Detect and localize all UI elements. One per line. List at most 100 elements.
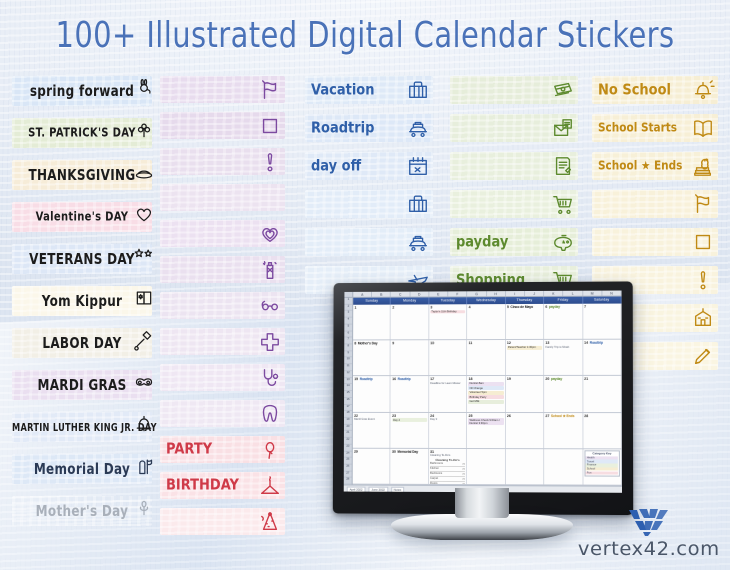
sticker-blank[interactable]	[450, 114, 578, 142]
column-letter[interactable]: B	[372, 291, 392, 297]
calendar-sticker[interactable]: Roadtrip	[398, 377, 411, 381]
todo-checkbox[interactable]: ☐	[463, 477, 465, 481]
sticker-school-starts[interactable]: School Starts	[592, 114, 718, 142]
todo-item[interactable]: Floors ☐	[430, 481, 466, 485]
sticker-blank[interactable]	[160, 400, 285, 427]
sticker-blank[interactable]	[160, 364, 285, 391]
calendar-day-cell[interactable]: 8 Mother's Day	[353, 340, 392, 376]
calendar-sticker[interactable]: Mother's Day	[358, 342, 378, 346]
calendar-day-cell[interactable]: 31 Cleaning To-Do's Cleaning To-Do's Bathro…	[428, 448, 468, 485]
column-letter[interactable]: K	[544, 290, 564, 296]
sticker-blank[interactable]	[160, 292, 285, 319]
column-letter[interactable]: N	[602, 290, 622, 296]
sticker-blank[interactable]	[160, 148, 285, 175]
calendar-day-cell[interactable]	[467, 448, 506, 485]
calendar-day-cell[interactable]: 28	[582, 412, 622, 449]
calendar-sticker[interactable]: payday	[551, 377, 562, 381]
sticker-blank[interactable]	[450, 76, 578, 104]
calendar-day-cell[interactable]: 19	[505, 376, 545, 412]
calendar-sticker[interactable]: School ★ Ends	[551, 414, 574, 418]
sticker-roadtrip[interactable]: Roadtrip	[305, 114, 433, 142]
sticker-blank[interactable]	[160, 184, 285, 211]
column-letter[interactable]: L	[563, 290, 583, 296]
calendar-day-cell[interactable]: 5 Cinco de Mayo	[505, 303, 545, 340]
sticker-party[interactable]: PARTY	[160, 436, 285, 463]
sticker-blank[interactable]	[305, 228, 433, 256]
column-letter[interactable]: J	[525, 290, 545, 297]
calendar-event[interactable]: Birthday Party	[468, 395, 504, 400]
calendar-day-cell[interactable]: 13 Family Trip to Moab	[544, 339, 583, 376]
calendar-day-cell[interactable]: 24 Day 3	[428, 412, 468, 448]
sticker-labor-day[interactable]: LABOR DAY	[12, 328, 152, 358]
sticker-blank[interactable]	[160, 328, 285, 355]
calendar-grid[interactable]: Sunday Monday Tuesday Wednesday Thursday Frid…	[352, 296, 622, 486]
sticker-yom-kippur[interactable]: Yom Kippur	[12, 286, 152, 316]
sticker-blank[interactable]	[592, 228, 718, 256]
calendar-day-cell[interactable]: 9	[390, 340, 430, 376]
sticker-school-ends[interactable]: School ★ Ends	[592, 152, 718, 180]
calendar-sticker[interactable]: Memorial Day	[397, 450, 418, 454]
vertex42-brand[interactable]: vertex42.com	[578, 508, 720, 560]
sticker-blank[interactable]	[160, 220, 285, 247]
calendar-day-cell[interactable]: 25 Wellness Check 9:00am / Dentist 3:30pm	[467, 412, 506, 448]
sheet-tab[interactable]: April 2022	[346, 486, 366, 492]
calendar-day-cell[interactable]: 22 Mardi Gras Event	[352, 412, 391, 448]
calendar-event[interactable]: Parent/Teacher 1:30pm	[506, 345, 543, 350]
todo-checkbox[interactable]: ☐	[463, 472, 465, 476]
sticker-blank[interactable]	[160, 76, 285, 103]
calendar-day-cell[interactable]: 18 Dentist 8am Oil Change Volunteer 5pm Birt…	[467, 376, 506, 412]
sticker-no-school[interactable]: No School	[592, 76, 718, 104]
calendar-sticker[interactable]: Cinco de Mayo	[510, 305, 533, 309]
calendar-day-cell[interactable]	[505, 448, 545, 485]
sticker-vacation[interactable]: Vacation	[305, 76, 433, 104]
column-letter[interactable]: C	[391, 291, 411, 297]
spreadsheet-calendar[interactable]: ABCDEFGHIJKLMN 1 2 3 4 5 6 7 8 9 10 11 12 13 14 15 16 17…	[343, 290, 622, 493]
column-letter[interactable]: G	[467, 291, 487, 297]
sticker-mardi-gras[interactable]: MARDI GRAS	[12, 370, 153, 400]
sticker-day-off[interactable]: day off	[305, 152, 433, 180]
sticker-valentine-s-day[interactable]: Valentine's DAY	[12, 202, 152, 232]
calendar-event[interactable]: Volunteer 5pm	[468, 390, 504, 395]
calendar-event[interactable]: Day 3	[430, 418, 465, 421]
sticker-spring-forward[interactable]: spring forward	[12, 76, 152, 106]
calendar-day-cell[interactable]	[544, 449, 584, 485]
calendar-weeks[interactable]: 1 2 3 Taylor's 11th Birthday 4 5 Cinco de Mayo…	[352, 303, 622, 486]
sticker-memorial-day[interactable]: Memorial Day	[12, 454, 153, 484]
column-letter[interactable]: M	[582, 290, 603, 296]
todo-checkbox[interactable]: ☐	[463, 467, 465, 471]
sticker-veterans-day[interactable]: VETERANS DAY	[12, 244, 152, 274]
todo-checkbox[interactable]: ☐	[463, 462, 465, 466]
calendar-day-cell[interactable]: 2	[391, 304, 430, 340]
column-letter[interactable]: E	[429, 291, 449, 297]
calendar-event[interactable]: Taylor's 11th Birthday	[430, 309, 466, 314]
calendar-event[interactable]: Mardi Gras Event	[354, 418, 389, 421]
calendar-day-cell[interactable]: 11	[467, 340, 506, 376]
calendar-day-cell[interactable]: 10	[429, 340, 468, 376]
calendar-day-cell[interactable]: 17 Deadline for Lawn Mower	[429, 376, 468, 412]
calendar-day-cell[interactable]: 29	[352, 448, 391, 484]
column-letter[interactable]: D	[410, 291, 430, 297]
calendar-day-cell[interactable]: 4	[467, 304, 506, 340]
sticker-blank[interactable]	[160, 508, 285, 535]
sticker-mother-s-day[interactable]: Mother's Day	[12, 496, 152, 526]
sticker-blank[interactable]	[160, 112, 285, 139]
calendar-event[interactable]: Wellness Check 9:00am / Dentist 3:30pm	[468, 418, 504, 426]
sticker-thanksgiving[interactable]: THANKSGIVING	[12, 160, 153, 190]
column-letter[interactable]: H	[486, 291, 506, 297]
calendar-day-cell[interactable]: 6 payday	[544, 303, 583, 340]
sticker-blank[interactable]	[450, 190, 578, 218]
calendar-day-cell[interactable]: 7	[582, 303, 622, 339]
sticker-birthday[interactable]: BIRTHDAY	[160, 472, 285, 499]
calendar-day-cell[interactable]: 23 Day 2	[390, 412, 430, 448]
sheet-tab[interactable]: June 2022	[368, 486, 388, 492]
calendar-event[interactable]: Get Milk	[468, 399, 504, 404]
calendar-day-cell[interactable]: 30 Memorial Day	[390, 448, 429, 484]
sticker-blank[interactable]	[305, 190, 433, 218]
todo-checkbox[interactable]: ☐	[463, 482, 465, 484]
sticker-blank[interactable]	[160, 256, 285, 283]
calendar-sticker[interactable]: payday	[549, 305, 560, 309]
sticker-blank[interactable]	[592, 190, 718, 218]
calendar-sticker[interactable]: Roadtrip	[590, 341, 603, 345]
calendar-event[interactable]: Deadline for Lawn Mower	[430, 382, 465, 385]
calendar-day-cell[interactable]: 3 Taylor's 11th Birthday	[429, 304, 468, 340]
